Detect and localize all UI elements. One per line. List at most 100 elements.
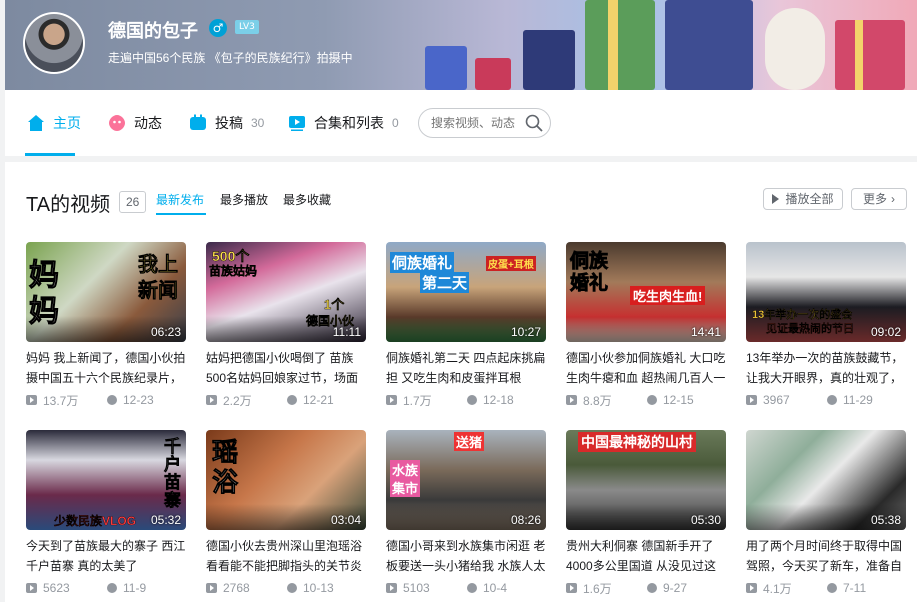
video-thumbnail[interactable]: 500个 苗族姑妈 1个 德国小伙 11:11 [206,242,366,342]
search-input[interactable] [429,115,523,131]
video-title[interactable]: 贵州大利侗寨 德国新手开了4000多公里国道 从没见过这 [566,536,726,576]
video-title[interactable]: 德国小伙参加侗族婚礼 大口吃生肉牛瘪和血 超热闹几百人一 [566,348,726,388]
play-count: 4.1万 [763,581,792,596]
gift-decoration [523,30,575,90]
sort-most-played[interactable]: 最多播放 [220,191,268,208]
play-count-icon [746,395,757,405]
video-duration: 06:23 [150,325,181,339]
video-card[interactable]: 05:38 用了两个月时间终于取得中国驾照，今天买了新车，准备自 4.1万 7-… [746,430,906,596]
active-tab-indicator [25,153,75,156]
clock-icon [827,583,837,593]
publish-date: 11-9 [123,581,147,595]
play-count: 1.7万 [403,393,432,408]
video-thumbnail[interactable]: 05:38 [746,430,906,530]
video-card[interactable]: 侗族婚礼 第二天 皮蛋+耳根 10:27 侗族婚礼第二天 四点起床挑扁担 又吃生… [386,242,546,408]
video-title[interactable]: 德国小哥来到水族集市闲逛 老板要送一头小猪给我 水族人太 [386,536,546,576]
play-all-button[interactable]: 播放全部 [763,188,843,210]
gift-decoration [425,46,467,90]
video-thumbnail[interactable]: 侗族婚礼 第二天 皮蛋+耳根 10:27 [386,242,546,342]
video-title[interactable]: 侗族婚礼第二天 四点起床挑扁担 又吃生肉和皮蛋拌耳根 [386,348,546,388]
sort-indicator [156,213,206,215]
video-title[interactable]: 德国小伙去贵州深山里泡瑶浴 看看能不能把脚指头的关节炎 [206,536,366,576]
thumb-text: 新闻 [138,280,179,303]
play-count: 5103 [403,581,430,595]
home-icon [28,115,44,131]
video-card[interactable]: 千 户 苗 寨 少数民族VLOG 05:32 今天到了苗族最大的寨子 西江千户苗… [26,430,186,596]
video-thumbnail[interactable]: 侗族 婚礼 吃生肉生血! 14:41 [566,242,726,342]
video-thumbnail[interactable]: 送猪 水族 集市 08:26 [386,430,546,530]
thumb-text: 我上 [138,254,179,277]
play-all-label: 播放全部 [785,192,834,206]
video-title[interactable]: 13年举办一次的苗族鼓藏节，让我大开眼界，真的壮观了， [746,348,906,388]
tab-home[interactable]: 主页 [27,113,81,133]
play-count: 8.8万 [583,393,612,408]
video-title[interactable]: 用了两个月时间终于取得中国驾照，今天买了新车，准备自 [746,536,906,576]
video-duration: 05:32 [150,513,181,527]
video-thumbnail[interactable]: 中国最神秘的山村 05:30 [566,430,726,530]
tab-uploads[interactable]: 投稿 30 [189,113,264,133]
thumb-text: 侗族婚礼 [390,252,455,273]
thumb-text: 第二天 [420,272,470,293]
gift-decoration [665,0,753,90]
video-card[interactable]: 送猪 水族 集市 08:26 德国小哥来到水族集市闲逛 老板要送一头小猪给我 水… [386,430,546,596]
publish-date: 12-23 [123,393,154,407]
gift-decoration [475,58,511,90]
video-title[interactable]: 姑妈把德国小伙喝倒了 苗族500名姑妈回娘家过节，场面 [206,348,366,388]
video-card[interactable]: 侗族 婚礼 吃生肉生血! 14:41 德国小伙参加侗族婚礼 大口吃生肉牛瘪和血 … [566,242,726,408]
play-count: 1.6万 [583,581,612,596]
clock-icon [647,395,657,405]
publish-date: 7-11 [843,581,867,595]
thumb-text: 1个 [324,297,345,312]
dynamic-icon [109,115,125,131]
video-meta: 5103 10-4 [386,580,546,596]
play-count-icon [566,395,577,405]
search-icon[interactable] [524,113,544,133]
video-thumbnail[interactable]: 妈 妈 我上 新闻 06:23 [26,242,186,342]
tab-uploads-label: 投稿 [215,115,243,131]
play-count: 13.7万 [43,393,79,408]
more-button[interactable]: 更多 › [851,188,907,210]
video-duration: 05:38 [870,513,901,527]
play-icon [772,194,780,204]
video-thumbnail[interactable]: 13年举办一次的盛会 见证最热闹的节日 09:02 [746,242,906,342]
video-thumbnail[interactable]: 千 户 苗 寨 少数民族VLOG 05:32 [26,430,186,530]
tab-dynamic[interactable]: 动态 [108,113,162,133]
search-box[interactable] [418,108,551,138]
video-card[interactable]: 13年举办一次的盛会 见证最热闹的节日 09:02 13年举办一次的苗族鼓藏节，… [746,242,906,408]
video-card[interactable]: 妈 妈 我上 新闻 06:23 妈妈 我上新闻了，德国小伙拍摄中国五十六个民族纪… [26,242,186,408]
gift-decoration [585,0,655,90]
avatar[interactable] [23,12,85,74]
video-meta: 3967 11-29 [746,392,906,408]
collection-icon [289,116,305,131]
section-title: TA的视频 [26,194,111,216]
play-count-icon [566,583,577,593]
tab-collections-label: 合集和列表 [314,115,384,131]
play-count: 2768 [223,581,250,595]
video-title[interactable]: 今天到了苗族最大的寨子 西江千户苗寨 真的太美了 [26,536,186,576]
male-gender-icon: ♂ [209,19,227,37]
publish-date: 12-21 [303,393,334,407]
thumb-text: 见证最热闹的节日 [766,323,854,335]
video-card[interactable]: 中国最神秘的山村 05:30 贵州大利侗寨 德国新手开了4000多公里国道 从没… [566,430,726,596]
sort-most-favorited[interactable]: 最多收藏 [283,191,331,208]
play-count-icon [26,583,37,593]
play-count-icon [386,583,397,593]
thumb-text: 吃生肉生血! [630,286,706,305]
video-card[interactable]: 瑶 浴 03:04 德国小伙去贵州深山里泡瑶浴 看看能不能把脚指头的关节炎 27… [206,430,366,596]
clock-icon [467,395,477,405]
video-meta: 8.8万 12-15 [566,392,726,408]
thumb-text: 集市 [390,478,421,497]
video-duration: 14:41 [690,325,721,339]
publish-date: 11-29 [843,393,873,407]
publish-date: 12-18 [483,393,514,407]
video-title[interactable]: 妈妈 我上新闻了，德国小伙拍摄中国五十六个民族纪录片， [26,348,186,388]
video-thumbnail[interactable]: 瑶 浴 03:04 [206,430,366,530]
video-meta: 4.1万 7-11 [746,580,906,596]
tab-collections[interactable]: 合集和列表 0 [288,113,399,133]
video-card[interactable]: 500个 苗族姑妈 1个 德国小伙 11:11 姑妈把德国小伙喝倒了 苗族500… [206,242,366,408]
upload-icon [190,114,206,130]
publish-date: 12-15 [663,393,694,407]
sort-latest[interactable]: 最新发布 [156,191,204,208]
publish-date: 9-27 [663,581,688,595]
play-count-icon [206,583,217,593]
